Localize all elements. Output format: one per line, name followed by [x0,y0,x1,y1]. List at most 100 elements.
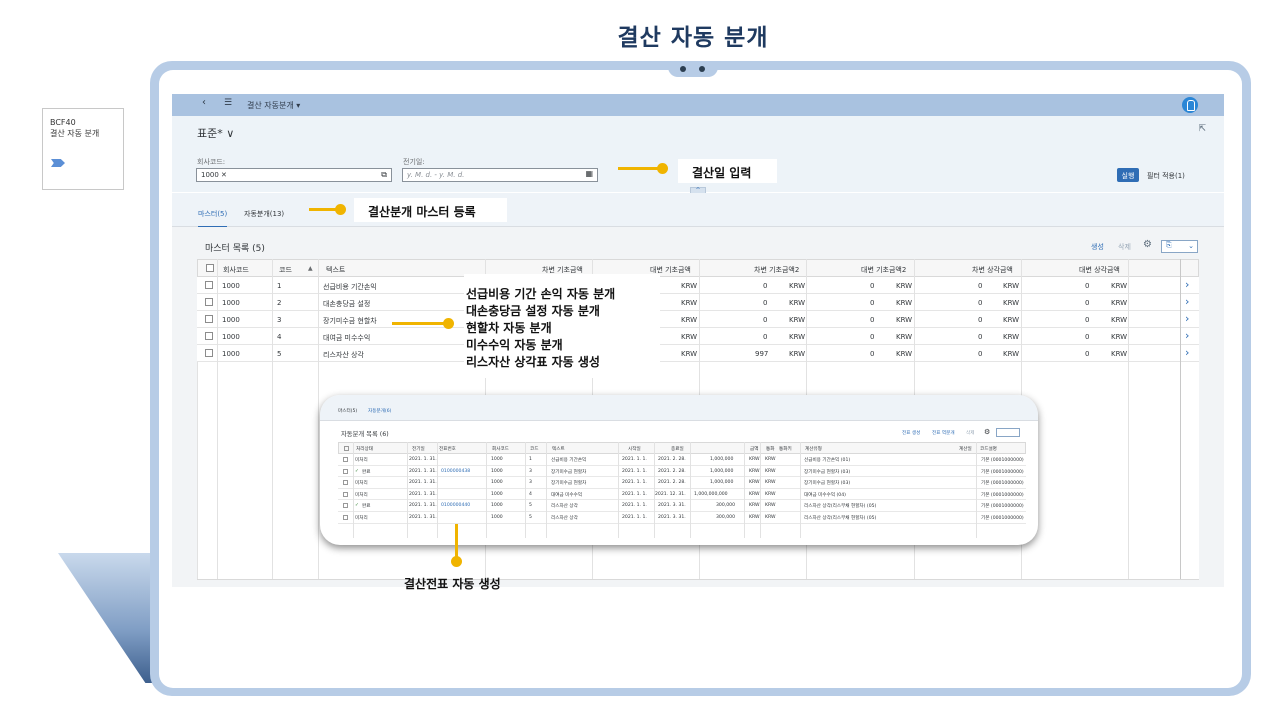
export-button[interactable]: ⎘ ⌄ [1161,240,1198,253]
row-navigation-chevron-icon[interactable]: › [1185,278,1189,291]
cell-amount: 0 [1085,282,1090,290]
cell-currency: KRW [896,282,913,290]
callout-line [618,167,661,170]
row-checkbox[interactable] [343,503,348,509]
table-row[interactable]: 1000 1 선급비용 기간손익 KRW 0 KRW 0 KRW 0 KRW 0… [197,277,1199,294]
row-checkbox[interactable] [343,457,348,462]
column-header[interactable]: 코드 [530,446,538,452]
column-header[interactable]: 종료일 [671,446,684,452]
preview-gear-icon[interactable]: ⚙ [984,428,990,436]
row-checkbox[interactable] [205,349,213,357]
column-header[interactable]: 계산일 [959,446,972,452]
row-checkbox[interactable] [205,332,213,340]
table-row[interactable]: 1000 2 대손충당금 설정 KRW 0 KRW 0 KRW 0 KRW 0 … [197,294,1199,311]
tab-master[interactable]: 마스터(5) [198,209,228,228]
row-checkbox[interactable] [205,315,213,323]
chevron-down-icon: ⌄ [1188,242,1194,250]
callout-list-item: 대손충당금 설정 자동 분개 [466,304,600,318]
table-row[interactable]: 1000 5 리스자산 상각 KRW 997 KRW 0 KRW 0 KRW 0… [197,345,1199,362]
column-header[interactable]: 처리상태 [356,446,373,452]
preview-delete-button[interactable]: 삭제 [966,430,974,436]
column-header[interactable]: 통화 [766,446,774,452]
column-header[interactable]: 금액 [750,446,758,452]
cell-calc-type: 장기미수금 현할차 (03) [804,481,851,487]
posting-date-input[interactable]: y. M. d. - y. M. d. ▦ [402,168,598,182]
cell-date: 2021. 1. 31. [409,491,437,497]
column-header[interactable]: 전기일 [412,446,425,452]
column-header[interactable]: 대변 상각금액 [1079,265,1120,275]
column-header[interactable]: 시작일 [628,446,641,452]
row-checkbox[interactable] [343,468,348,474]
table-row[interactable]: ✓ 완료 2021. 1. 31. 0100000440 1000 5 리스자산… [338,500,1026,512]
company-label: 회사코드: [197,158,226,166]
column-header[interactable]: 계산유형 [805,446,822,452]
cell-date: 2021. 1. 31. [409,515,437,520]
share-icon[interactable]: ⇱ [1198,124,1206,134]
column-header[interactable]: 코드설명 [980,446,997,452]
row-navigation-chevron-icon[interactable]: › [1185,329,1189,342]
reverse-document-button[interactable]: 전표 역분개 [932,430,955,436]
create-document-button[interactable]: 전표 생성 [902,430,920,436]
row-checkbox[interactable] [343,515,348,520]
document-number-link[interactable]: 0100000438 [441,469,470,474]
column-header[interactable]: 전표번호 [439,446,456,452]
menu-icon[interactable]: ☰ [224,98,232,108]
table-row[interactable]: 1000 3 장기미수금 현할차 KRW 0 KRW 0 KRW 0 KRW 0… [197,311,1199,328]
row-checkbox[interactable] [205,281,213,289]
cell-company: 1000 [491,491,503,497]
cell-currency: KRW [1111,333,1128,341]
column-header[interactable]: 대변 기초금액2 [861,265,906,275]
calendar-icon[interactable]: ▦ [585,169,593,178]
tcode-tile[interactable]: BCF40 결산 자동 분개 [42,108,124,190]
document-number-link[interactable]: 0100000440 [441,503,470,508]
table-row[interactable]: 미처리 2021. 1. 31. 1000 1 선급비용 기간손익 2021. … [338,454,1026,466]
preview-tab-auto[interactable]: 자동분개(6) [368,408,391,414]
column-header[interactable]: 회사코드 [492,446,509,452]
cell-currency: KRW [681,282,698,290]
preview-select-all[interactable] [344,446,349,451]
camera-icon [699,66,705,72]
cell-code: 5 [529,515,532,520]
row-checkbox[interactable] [205,298,213,306]
row-checkbox[interactable] [343,491,348,497]
column-header[interactable]: 통화키 [779,446,792,452]
tab-auto-posting[interactable]: 자동분개(13) [244,209,284,219]
table-row[interactable]: 미처리 2021. 1. 31. 1000 4 대여금 미수수익 2021. 1… [338,488,1026,501]
delete-button[interactable]: 삭제 [1118,242,1131,252]
row-navigation-chevron-icon[interactable]: › [1185,295,1189,308]
token-remove-icon[interactable]: ✕ [219,171,227,179]
value-help-icon[interactable]: ⧉ [381,170,387,180]
preview-export-button[interactable] [996,428,1020,437]
table-row[interactable]: 미처리 2021. 1. 31. 1000 5 리스자산 상각 2021. 1.… [338,512,1026,524]
cell-amount: 0 [978,333,983,341]
table-row[interactable]: 1000 4 대여금 미수수익 KRW 0 KRW 0 KRW 0 KRW 0 … [197,328,1199,345]
column-header[interactable]: 코드 [279,265,292,275]
variant-selector[interactable]: 표준* ∨ [197,125,234,141]
cell-calc-type: 대여금 미수수익 (04) [804,492,846,498]
grid-line [760,442,761,538]
cell-currency: KRW [789,299,806,307]
select-all-checkbox[interactable] [206,264,214,272]
row-checkbox[interactable] [343,480,348,486]
go-button[interactable]: 실행 [1117,168,1139,182]
app-title[interactable]: 결산 자동분개 ▾ [247,100,300,111]
preview-tab-bar: 마스터(5) 자동분개(6) [320,395,1038,421]
column-header[interactable]: 차변 기초금액2 [754,265,799,275]
table-row[interactable]: 미처리 2021. 1. 31. 1000 3 장기미수금 현할차 2021. … [338,477,1026,489]
date-placeholder: y. M. d. - y. M. d. [407,171,465,179]
tcode-name: 결산 자동 분개 [50,129,100,138]
table-row[interactable]: ✓ 완료 2021. 1. 31. 0100000438 1000 3 장기미수… [338,465,1026,478]
settings-gear-icon[interactable]: ⚙ [1143,239,1152,250]
adapt-filters-button[interactable]: 필터 적용(1) [1147,171,1185,181]
column-header[interactable]: 차변 상각금액 [972,265,1013,275]
column-header[interactable]: 텍스트 [552,446,565,452]
preview-tab-master[interactable]: 마스터(5) [338,408,357,414]
row-navigation-chevron-icon[interactable]: › [1185,312,1189,325]
user-avatar-icon[interactable] [1182,97,1198,113]
column-header[interactable]: 회사코드 [223,265,249,275]
back-icon[interactable]: ‹ [202,97,206,108]
column-header[interactable]: 텍스트 [326,265,345,275]
create-button[interactable]: 생성 [1091,242,1104,252]
company-input[interactable]: 1000 ✕ ⧉ [196,168,392,182]
row-navigation-chevron-icon[interactable]: › [1185,346,1189,359]
